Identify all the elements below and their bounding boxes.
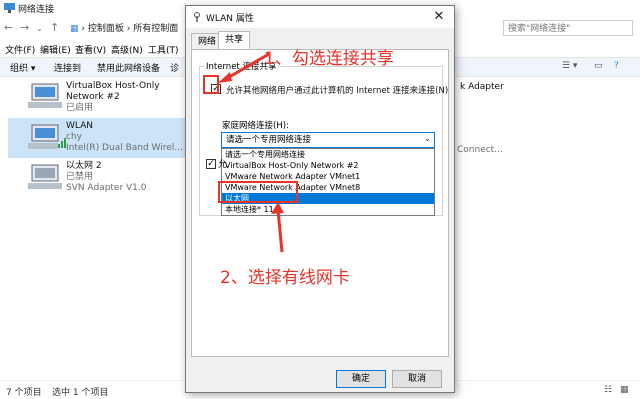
- connection-name-partial: k Adapter: [460, 82, 504, 92]
- menu-view[interactable]: 查看(V): [75, 43, 106, 56]
- connection-adapter: SVN Adapter V1.0: [66, 183, 147, 193]
- connection-network: chy: [66, 132, 82, 142]
- network-icon: [4, 3, 15, 13]
- connection-name: 以太网 2: [66, 161, 102, 171]
- disable-device-button[interactable]: 禁用此网络设备: [97, 61, 160, 74]
- up-arrow-icon[interactable]: ↑: [50, 21, 59, 34]
- connection-adapter-partial: Connect...: [457, 145, 503, 155]
- breadcrumb-item[interactable]: 控制面板: [88, 24, 124, 34]
- connection-name: VirtualBox Host-Only: [66, 81, 160, 91]
- tiles-view-icon[interactable]: ▦: [620, 385, 629, 395]
- annotation-step2: 2、选择有线网卡: [220, 268, 350, 288]
- connection-status: 已启用: [66, 103, 94, 113]
- menu-tools[interactable]: 工具(T): [148, 43, 179, 56]
- diagnose-button[interactable]: 诊: [170, 61, 179, 74]
- chevron-down-icon[interactable]: ⌄: [424, 134, 431, 143]
- preview-pane-icon[interactable]: ▭: [594, 61, 603, 71]
- ok-button[interactable]: 确定: [336, 370, 386, 388]
- address-bar[interactable]: ▦ › 控制面板 › 所有控制面: [70, 21, 190, 37]
- list-item[interactable]: VirtualBox Host-Only Network #2 已启用: [8, 79, 186, 117]
- network-adapter-icon: [28, 83, 62, 108]
- wlan-icon: [194, 12, 200, 22]
- close-icon[interactable]: ✕: [428, 8, 450, 26]
- connection-adapter: Intel(R) Dual Band Wirel...: [66, 143, 183, 153]
- forward-arrow-icon[interactable]: →: [20, 21, 29, 34]
- list-item[interactable]: WLAN chy Intel(R) Dual Band Wirel...: [8, 118, 186, 158]
- allow-control-checkbox[interactable]: ✓: [206, 159, 216, 169]
- dropdown-option[interactable]: 本地连接* 11: [222, 204, 434, 215]
- dialog-title: WLAN 属性: [206, 14, 254, 24]
- wifi-adapter-icon: [28, 124, 66, 149]
- connect-to-button[interactable]: 连接到: [54, 61, 81, 74]
- cancel-button[interactable]: 取消: [392, 370, 442, 388]
- home-network-select[interactable]: 请选一个专用网络连接: [221, 132, 435, 148]
- list-item[interactable]: 以太网 2 已禁用 SVN Adapter V1.0: [8, 159, 186, 197]
- selected-count: 选中 1 个项目: [52, 388, 109, 398]
- help-icon[interactable]: ?: [614, 61, 619, 71]
- item-count: 7 个项目: [6, 388, 42, 398]
- menu-edit[interactable]: 编辑(E): [40, 43, 71, 56]
- connection-name-line2: Network #2: [66, 92, 120, 102]
- annotation-step1: 1、勾选连接共享: [264, 49, 394, 69]
- menu-file[interactable]: 文件(F): [5, 43, 35, 56]
- allow-control-label: 允: [218, 160, 228, 170]
- back-arrow-icon[interactable]: ←: [4, 21, 13, 34]
- annotation-arrow-2: [271, 202, 284, 253]
- network-adapter-icon: [28, 164, 62, 189]
- chevron-down-icon[interactable]: ⌄: [36, 24, 43, 33]
- folder-icon: ▦: [70, 24, 79, 34]
- home-network-label: 家庭网络连接(H):: [222, 121, 289, 131]
- menu-advanced[interactable]: 高级(N): [111, 43, 143, 56]
- organize-button[interactable]: 组织 ▾: [10, 61, 35, 74]
- tab-sharing[interactable]: 共享: [218, 31, 251, 49]
- search-input[interactable]: 搜索"网络连接": [503, 20, 633, 36]
- dropdown-option[interactable]: VirtualBox Host-Only Network #2: [222, 160, 434, 171]
- connection-status: 已禁用: [66, 172, 94, 182]
- details-view-icon[interactable]: ☷: [604, 385, 612, 395]
- dropdown-option[interactable]: 请选一个专用网络连接: [222, 149, 434, 160]
- breadcrumb-item[interactable]: 所有控制面: [133, 24, 178, 34]
- connection-name: WLAN: [66, 121, 94, 131]
- explorer-title: 网络连接: [18, 5, 55, 15]
- view-options-icon[interactable]: ☰ ▾: [562, 61, 577, 71]
